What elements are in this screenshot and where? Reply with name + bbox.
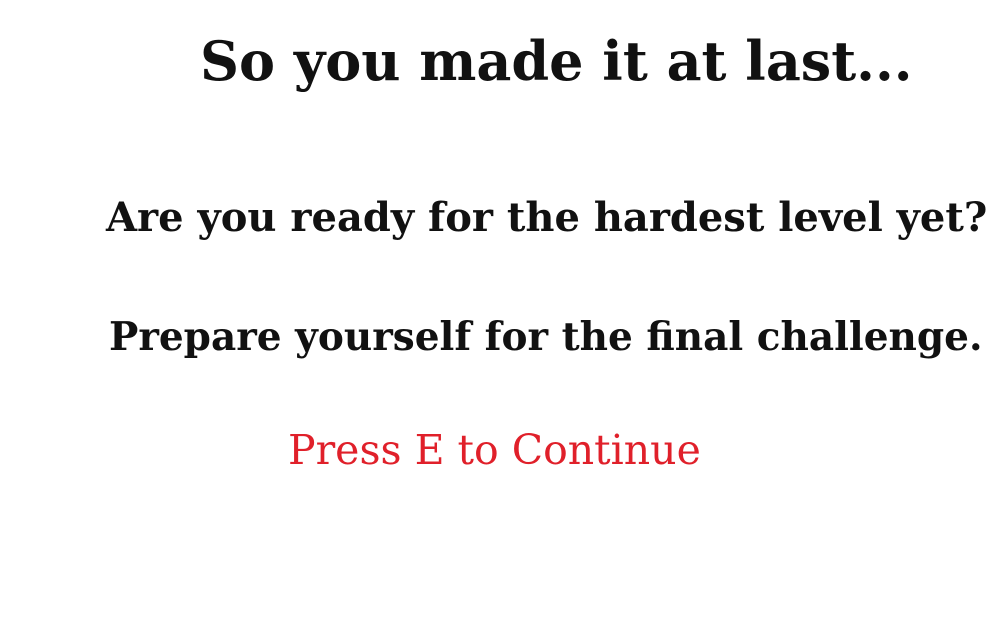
cutscene-screen: So you made it at last... Are you ready …	[0, 0, 1008, 630]
dialogue-line-2: Prepare yourself for the final challenge…	[109, 314, 983, 360]
dialogue-line-1: Are you ready for the hardest level yet?	[106, 194, 988, 241]
continue-prompt[interactable]: Press E to Continue	[288, 430, 701, 471]
screen-title: So you made it at last...	[200, 29, 913, 93]
